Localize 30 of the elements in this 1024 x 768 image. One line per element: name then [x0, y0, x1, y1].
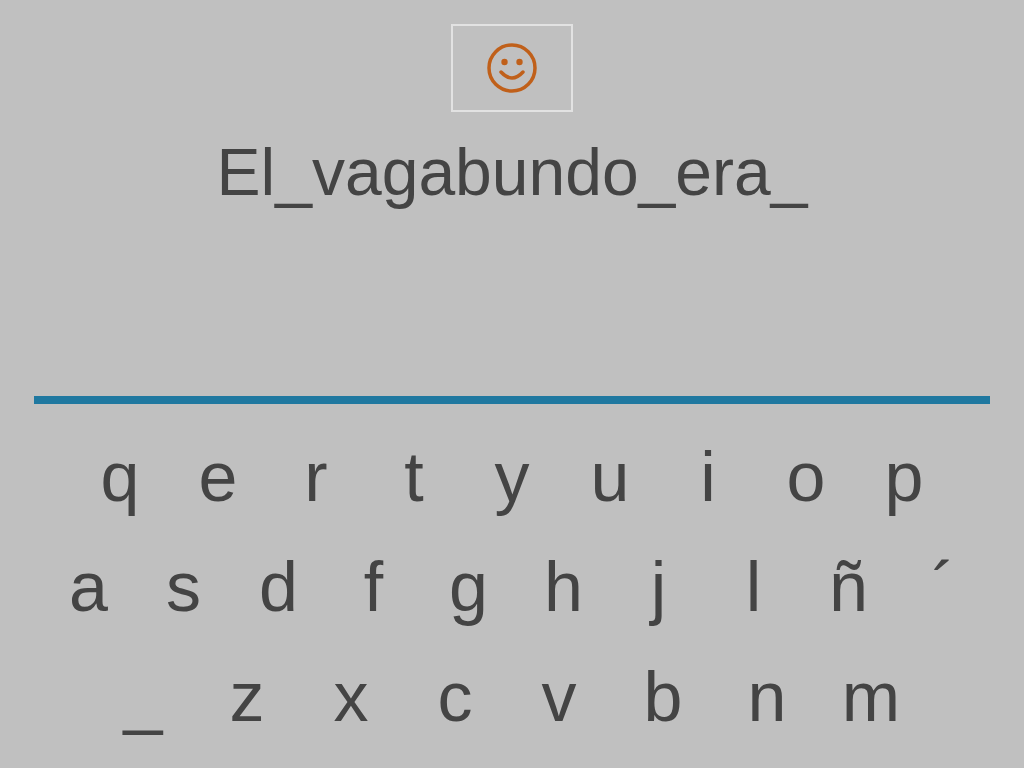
smiley-icon	[486, 42, 538, 94]
letter-key[interactable]: o	[757, 429, 855, 525]
letter-key[interactable]: a	[41, 539, 136, 635]
letter-key[interactable]: j	[611, 539, 706, 635]
letter-key[interactable]: u	[561, 429, 659, 525]
letter-key[interactable]: x	[299, 649, 403, 745]
letter-key[interactable]: z	[195, 649, 299, 745]
letter-key[interactable]: p	[855, 429, 953, 525]
letter-key[interactable]: f	[326, 539, 421, 635]
letter-key[interactable]: q	[71, 429, 169, 525]
letter-key[interactable]: r	[267, 429, 365, 525]
letter-key[interactable]: b	[611, 649, 715, 745]
hint-box[interactable]	[451, 24, 573, 112]
letter-key[interactable]: v	[507, 649, 611, 745]
letter-key[interactable]: t	[365, 429, 463, 525]
letter-key[interactable]: y	[463, 429, 561, 525]
letter-key[interactable]: s	[136, 539, 231, 635]
letter-key[interactable]: m	[819, 649, 923, 745]
letter-key[interactable]: ñ	[801, 539, 896, 635]
letter-key[interactable]: i	[659, 429, 757, 525]
letter-key[interactable]: l	[706, 539, 801, 635]
letter-key[interactable]: c	[403, 649, 507, 745]
letter-key[interactable]: _	[91, 649, 195, 745]
letter-key[interactable]: d	[231, 539, 326, 635]
letter-key[interactable]: h	[516, 539, 611, 635]
letter-key[interactable]: ´	[896, 539, 991, 635]
answer-text: El_vagabundo_era_	[216, 134, 808, 210]
letter-key[interactable]: n	[715, 649, 819, 745]
letter-key[interactable]: e	[169, 429, 267, 525]
letter-key[interactable]: g	[421, 539, 516, 635]
